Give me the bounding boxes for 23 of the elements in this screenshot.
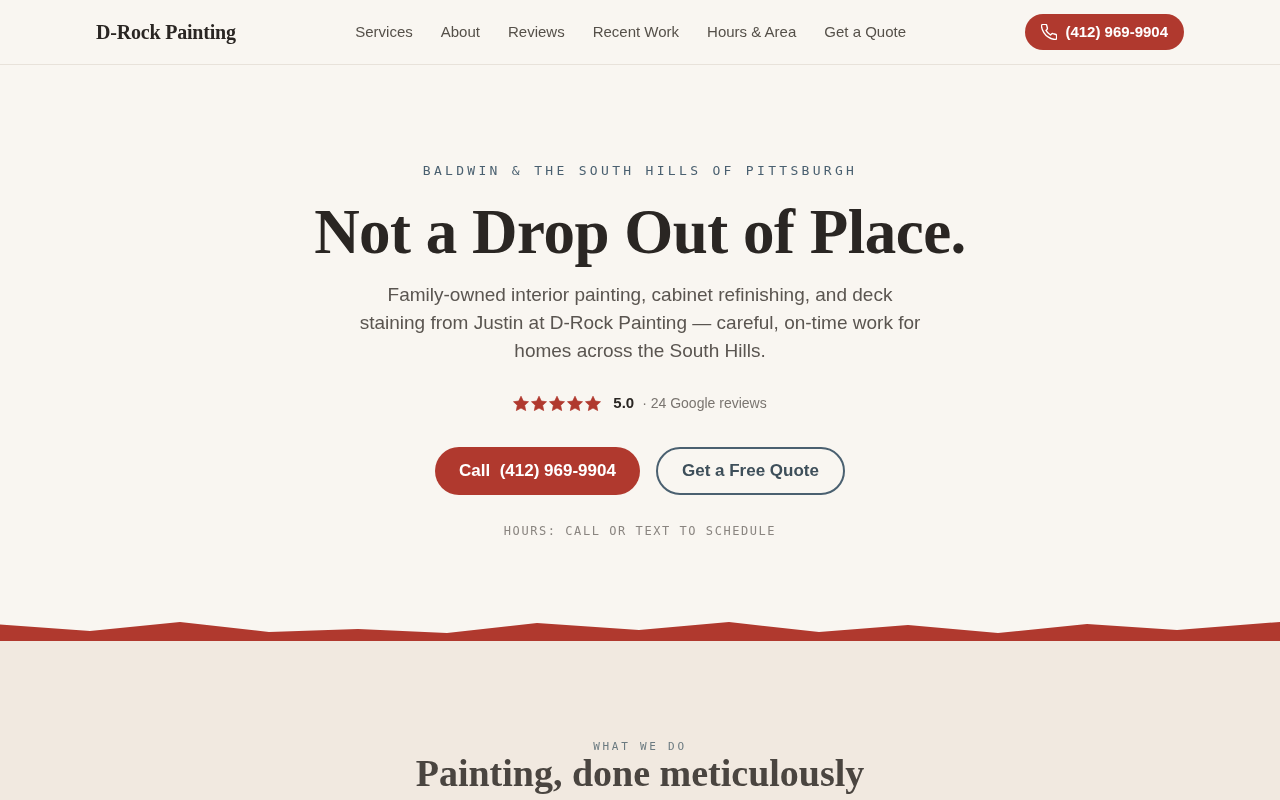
phone-button[interactable]: (412) 969-9904 [1025,14,1184,50]
nav-link[interactable]: About [440,20,480,44]
location-eyebrow: BALDWIN & THE SOUTH HILLS OF PITTSBURGH [422,162,858,180]
star-icon [585,395,602,411]
section-eyebrow: WHAT WE DO [593,740,687,754]
star-icon [549,395,566,411]
call-button[interactable]: Call (412) 969-9904 [435,447,640,495]
nav-link[interactable]: Get a Quote [824,20,906,44]
nav-link[interactable]: Reviews [507,20,565,44]
logo-text[interactable]: D-Rock Painting [96,17,236,47]
nav-link[interactable]: Services [355,20,413,44]
nav-link[interactable]: Recent Work [592,20,680,44]
star-icon [567,395,584,411]
rating-score: 5.0 [613,392,635,413]
review-count: · 24 Google reviews [642,393,767,413]
star-icon [531,395,548,411]
nav-link[interactable]: Hours & Area [707,20,797,44]
hero-title: Not a Drop Out of Place. [314,199,966,265]
quote-button[interactable]: Get a Free Quote [655,447,845,495]
star-icon [513,395,530,411]
hero-description: Family-owned interior painting, cabinet refinishing, and deck staining from Justin at D-Rock Painting — careful, on-time work for homes across the South Hills. [358,283,922,363]
phone-icon [1041,24,1058,40]
hours-note: HOURS: CALL OR TEXT TO SCHEDULE [503,523,777,540]
